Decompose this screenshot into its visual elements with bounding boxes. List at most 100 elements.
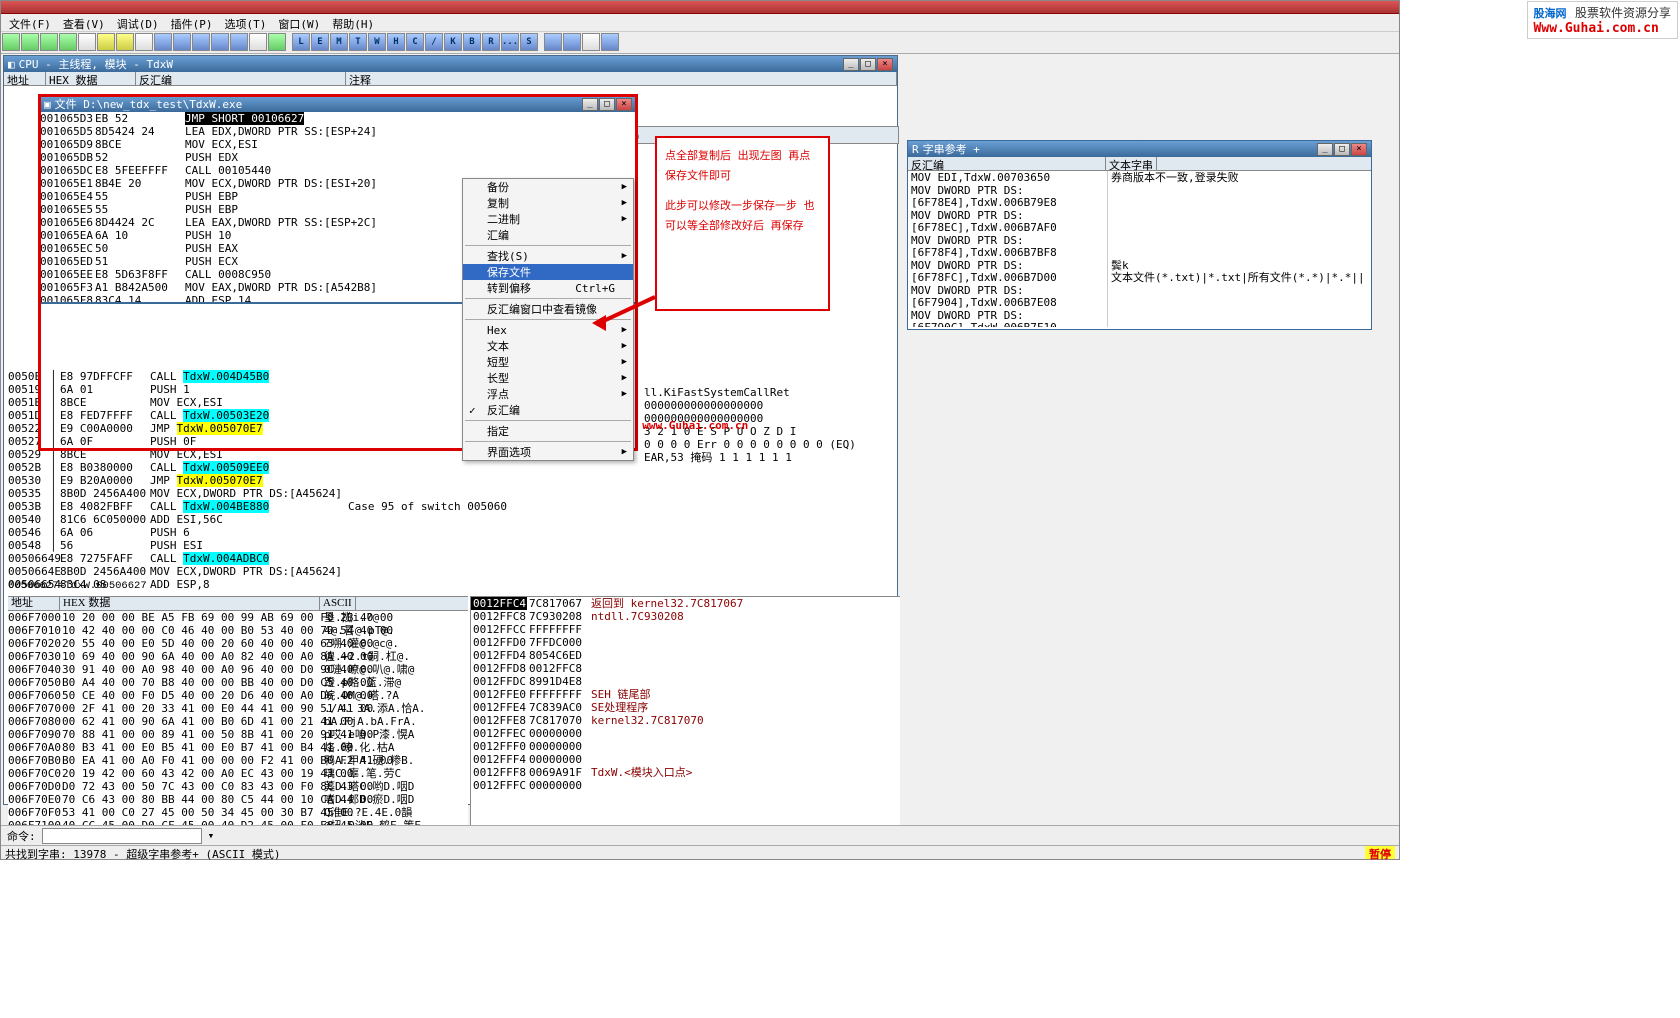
dump-col-ascii: ASCII <box>320 597 356 610</box>
toolbar[interactable]: LEMTWHC/KBR...S <box>1 32 1399 54</box>
col-addr: 地址 <box>4 72 46 85</box>
menu-item[interactable]: 窗口(W) <box>278 16 320 29</box>
dropdown-icon[interactable]: ▾ <box>208 829 215 842</box>
cpu-title: CPU - 主线程, 模块 - TdxW <box>19 56 173 72</box>
toolbar-button[interactable] <box>601 33 619 51</box>
anno-line2: 此步可以修改一步保存一步 也可以等全部修改好后 再保存 <box>665 196 820 236</box>
toolbar-button[interactable] <box>211 33 229 51</box>
toolbar-button[interactable] <box>2 33 20 51</box>
toolbar-button-W[interactable]: W <box>368 33 386 51</box>
toolbar-button[interactable] <box>230 33 248 51</box>
menu-item-文本[interactable]: 文本▶ <box>463 338 633 354</box>
toolbar-button-L[interactable]: L <box>292 33 310 51</box>
menu-item-长型[interactable]: 长型▶ <box>463 370 633 386</box>
cpu-icon: ◧ <box>8 58 15 71</box>
file-icon: ▣ <box>44 98 51 111</box>
max-button[interactable]: □ <box>860 58 876 71</box>
toolbar-button-M[interactable]: M <box>330 33 348 51</box>
menu-item-指定[interactable]: 指定 <box>463 423 633 439</box>
menu-item-Hex[interactable]: Hex▶ <box>463 322 633 338</box>
stack-pane[interactable]: 0012FFC47C817067返回到 kernel32.7C817067001… <box>470 596 900 854</box>
max-button[interactable]: □ <box>1334 143 1350 156</box>
menubar[interactable]: 文件(F) 查看(V) 调试(D) 插件(P) 选项(T) 窗口(W) 帮助(H) <box>1 14 1399 32</box>
menu-item[interactable]: 插件(P) <box>171 16 213 29</box>
disasm-header: 地址 HEX 数据 反汇编 注释 <box>4 72 897 86</box>
menu-item[interactable]: 选项(T) <box>225 16 267 29</box>
ref-title: 字串参考 + <box>923 141 980 157</box>
toolbar-button-...[interactable]: ... <box>501 33 519 51</box>
min-button[interactable]: _ <box>582 98 598 111</box>
menu-item-复制[interactable]: 复制▶ <box>463 195 633 211</box>
max-button[interactable]: □ <box>599 98 615 111</box>
window-buttons[interactable]: _□× <box>1317 143 1367 156</box>
menu-item-反汇编窗口中查看镜像[interactable]: 反汇编窗口中查看镜像 <box>463 301 633 317</box>
menu-item-短型[interactable]: 短型▶ <box>463 354 633 370</box>
toolbar-button[interactable] <box>154 33 172 51</box>
menu-item[interactable]: 帮助(H) <box>332 16 374 29</box>
titlebar <box>1 1 1399 14</box>
string-ref-window: R 字串参考 + _□× 反汇编文本字串 MOV EDI,TdxW.007036… <box>907 140 1372 330</box>
toolbar-button[interactable] <box>40 33 58 51</box>
menu-item-转到偏移[interactable]: 转到偏移Ctrl+G <box>463 280 633 296</box>
dump-col-hex: HEX 数据 <box>60 597 320 610</box>
menu-item-汇编[interactable]: 汇编 <box>463 227 633 243</box>
site-logo: 股海网 股票软件资源分享 Www.Guhai.com.cn <box>1527 1 1678 39</box>
toolbar-button-S[interactable]: S <box>520 33 538 51</box>
status-addr: 00506627=TdxW.00506627 <box>8 580 147 592</box>
status-text: 共找到字串: 13978 - 超级字串参考+ (ASCII 模式) <box>5 846 280 859</box>
menu-item-保存文件[interactable]: 保存文件 <box>463 264 633 280</box>
toolbar-button[interactable] <box>116 33 134 51</box>
dump-col-addr: 地址 <box>8 597 60 610</box>
window-buttons[interactable]: _□× <box>582 98 632 111</box>
toolbar-button[interactable] <box>268 33 286 51</box>
min-button[interactable]: _ <box>843 58 859 71</box>
window-buttons[interactable]: _□× <box>843 58 893 71</box>
ref-right[interactable]: 券商版本不一致,登录失败 鬓k文本文件(*.txt)|*.txt|所有文件(*.… <box>1108 171 1368 327</box>
min-button[interactable]: _ <box>1317 143 1333 156</box>
menu-item[interactable]: 调试(D) <box>117 16 159 29</box>
menu-item[interactable]: 查看(V) <box>63 16 105 29</box>
annotation-box: 点全部复制后 出现左图 再点保存文件即可 此步可以修改一步保存一步 也可以等全部… <box>655 136 830 311</box>
toolbar-button[interactable] <box>563 33 581 51</box>
statusbar: 共找到字串: 13978 - 超级字串参考+ (ASCII 模式) 暂停 <box>1 845 1399 859</box>
toolbar-button-/[interactable]: / <box>425 33 443 51</box>
toolbar-button[interactable] <box>582 33 600 51</box>
toolbar-button-H[interactable]: H <box>387 33 405 51</box>
toolbar-button-E[interactable]: E <box>311 33 329 51</box>
ref-left[interactable]: MOV EDI,TdxW.00703650MOV DWORD PTR DS:[6… <box>908 171 1108 327</box>
cmd-input[interactable] <box>42 828 202 844</box>
close-button[interactable]: × <box>877 58 893 71</box>
close-button[interactable]: × <box>616 98 632 111</box>
menu-item-备份[interactable]: 备份▶ <box>463 179 633 195</box>
toolbar-button-B[interactable]: B <box>463 33 481 51</box>
status-pause: 暂停 <box>1365 846 1395 859</box>
toolbar-button-K[interactable]: K <box>444 33 462 51</box>
toolbar-button[interactable] <box>135 33 153 51</box>
close-button[interactable]: × <box>1351 143 1367 156</box>
toolbar-button[interactable] <box>249 33 267 51</box>
ref-col-asm: 反汇编 <box>908 157 1106 170</box>
col-hex: HEX 数据 <box>46 72 136 85</box>
command-bar: 命令: ▾ <box>1 825 1399 845</box>
menu-item[interactable]: 文件(F) <box>9 16 51 29</box>
toolbar-button-T[interactable]: T <box>349 33 367 51</box>
toolbar-button[interactable] <box>544 33 562 51</box>
toolbar-button[interactable] <box>173 33 191 51</box>
toolbar-button-C[interactable]: C <box>406 33 424 51</box>
toolbar-button-R[interactable]: R <box>482 33 500 51</box>
menu-item-二进制[interactable]: 二进制▶ <box>463 211 633 227</box>
hex-dump[interactable]: 地址HEX 数据ASCII 006F700010 20 00 00 BE A5 … <box>8 596 468 854</box>
menu-item-反汇编[interactable]: 反汇编✓ <box>463 402 633 418</box>
cpu-titlebar: ◧ CPU - 主线程, 模块 - TdxW _□× <box>4 56 897 72</box>
menu-item-界面选项[interactable]: 界面选项▶ <box>463 444 633 460</box>
cmd-label: 命令: <box>7 828 36 844</box>
toolbar-button[interactable] <box>21 33 39 51</box>
toolbar-button[interactable] <box>78 33 96 51</box>
menu-item-浮点[interactable]: 浮点▶ <box>463 386 633 402</box>
menu-item-查找(S)[interactable]: 查找(S)▶ <box>463 248 633 264</box>
toolbar-button[interactable] <box>192 33 210 51</box>
toolbar-button[interactable] <box>59 33 77 51</box>
col-asm: 反汇编 <box>136 72 346 85</box>
toolbar-button[interactable] <box>97 33 115 51</box>
ref-icon: R <box>912 143 919 156</box>
